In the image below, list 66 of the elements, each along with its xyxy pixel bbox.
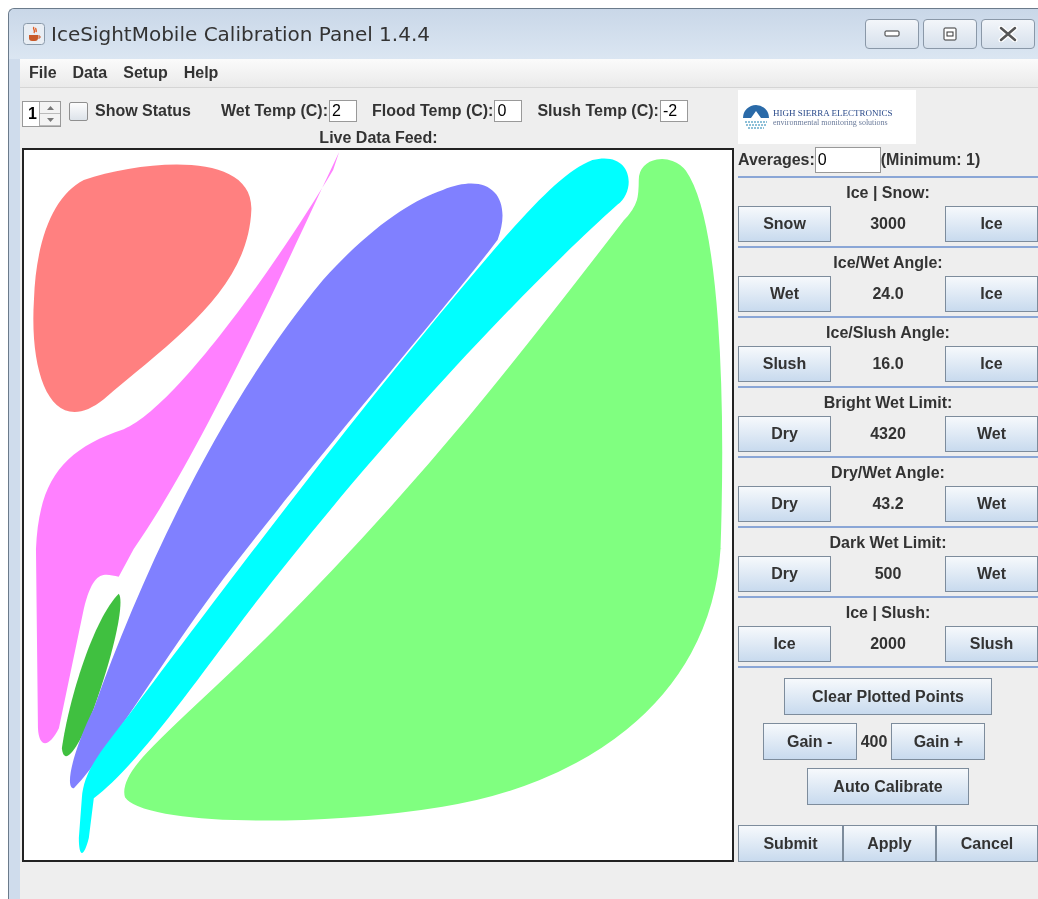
adjust-button[interactable]: Slush xyxy=(945,626,1038,662)
gain-down-button[interactable]: Gain - xyxy=(762,723,857,760)
field-label: Slush Temp (C): xyxy=(537,102,659,120)
menu-item[interactable]: Setup xyxy=(123,64,168,82)
input-field[interactable]: -2 xyxy=(659,100,688,122)
adjust-button[interactable]: Dry xyxy=(738,416,831,452)
adjust-button[interactable]: Ice xyxy=(945,346,1038,382)
adjust-button[interactable]: Wet xyxy=(945,416,1038,452)
maximize-button[interactable] xyxy=(923,19,977,49)
section-title: Ice/Slush Angle: xyxy=(825,323,951,343)
feed-label: Live Data Feed: xyxy=(318,128,439,148)
adjust-button[interactable]: Ice xyxy=(945,276,1038,312)
section-title: Ice | Slush: xyxy=(844,603,932,623)
adjust-button[interactable]: Slush xyxy=(738,346,831,382)
input-field[interactable]: 0 xyxy=(494,100,523,122)
field-label: Averages: xyxy=(738,151,815,169)
menu-item[interactable]: File xyxy=(29,64,57,82)
minimize-button[interactable] xyxy=(865,19,919,49)
adjust-button[interactable]: Dry xyxy=(738,486,831,522)
input-field[interactable]: 0 xyxy=(814,147,881,173)
number-spinner[interactable]: 1 xyxy=(22,101,61,127)
adjust-button[interactable]: Ice xyxy=(945,206,1038,242)
menu-item[interactable]: Data xyxy=(72,64,108,82)
dialog-button[interactable]: Submit xyxy=(738,825,843,862)
window-title: IceSightMobile Calibration Panel 1.4.4 xyxy=(51,22,430,46)
section-title: Ice/Wet Angle: xyxy=(832,253,944,273)
value-label: 500 xyxy=(874,565,902,583)
value-label: 2000 xyxy=(870,635,906,653)
value-label: 4320 xyxy=(870,425,906,443)
logo-tagline: environmental monitoring solutions xyxy=(773,117,889,127)
spin-down-icon[interactable] xyxy=(40,114,60,126)
field-label: Wet Temp (C): xyxy=(221,102,328,120)
adjust-button[interactable]: Wet xyxy=(945,556,1038,592)
mountain-wave-icon xyxy=(741,102,771,132)
dialog-button[interactable]: Apply xyxy=(843,825,936,862)
checkbox[interactable] xyxy=(69,101,88,121)
adjust-button[interactable]: Snow xyxy=(738,206,831,242)
adjust-button[interactable]: Ice xyxy=(738,626,831,662)
dialog-button[interactable]: Cancel xyxy=(936,825,1038,862)
auto-calibrate-button[interactable]: Auto Calibrate xyxy=(807,768,969,805)
gain-up-button[interactable]: Gain + xyxy=(891,723,986,760)
menu-item[interactable]: Help xyxy=(183,64,219,82)
gain-value: 400 xyxy=(860,732,888,751)
maximize-icon xyxy=(943,27,957,41)
spin-up-icon[interactable] xyxy=(40,102,60,114)
section-title: Ice | Snow: xyxy=(845,183,931,203)
section-title: Dark Wet Limit: xyxy=(828,533,948,553)
hint-label: (Minimum: 1) xyxy=(880,151,981,169)
close-icon xyxy=(998,26,1018,42)
value-label: 16.0 xyxy=(872,355,904,373)
section-title: Dry/Wet Angle: xyxy=(830,463,946,483)
close-button[interactable] xyxy=(981,19,1035,49)
logo-name: HIGH SIERRA ELECTRONICS xyxy=(773,107,893,118)
adjust-button[interactable]: Wet xyxy=(738,276,831,312)
field-label: Flood Temp (C): xyxy=(371,102,494,120)
clear-points-button[interactable]: Clear Plotted Points xyxy=(784,678,992,715)
input-field[interactable]: 2 xyxy=(328,100,357,122)
coffee-cup-icon xyxy=(23,23,45,45)
adjust-button[interactable]: Wet xyxy=(945,486,1038,522)
minimize-icon xyxy=(884,30,900,38)
value-label: 3000 xyxy=(870,215,906,233)
value-label: 24.0 xyxy=(872,285,904,303)
checkbox-label[interactable]: Show Status xyxy=(95,102,191,120)
section-title: Bright Wet Limit: xyxy=(822,393,954,413)
adjust-button[interactable]: Dry xyxy=(738,556,831,592)
value-label: 43.2 xyxy=(872,495,904,513)
